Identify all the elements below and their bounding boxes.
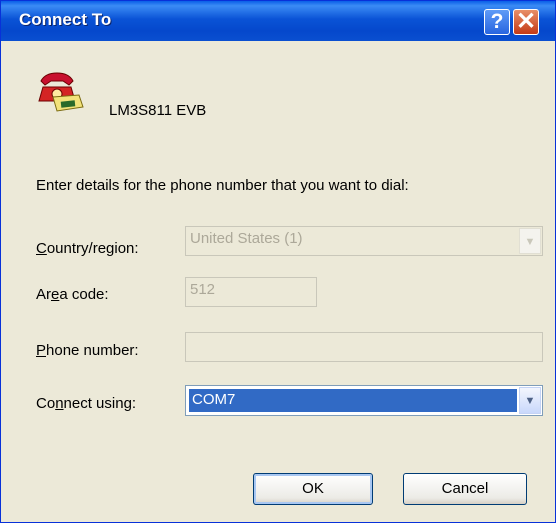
close-icon: ✕: [515, 8, 537, 35]
label-part: nect using:: [63, 395, 137, 412]
ok-button[interactable]: OK: [253, 473, 373, 505]
label-part: Ar: [36, 286, 51, 303]
cancel-button[interactable]: Cancel: [403, 473, 527, 505]
phone-number-label: Phone number:: [36, 342, 139, 359]
accelerator-key: n: [55, 395, 64, 412]
connection-name: LM3S811 EVB: [109, 102, 207, 119]
connect-using-value: COM7: [189, 389, 517, 412]
window-title: Connect To: [19, 10, 112, 29]
label-part: ountry/region:: [46, 240, 139, 257]
help-icon: ?: [490, 10, 504, 33]
accelerator-key: C: [36, 240, 47, 257]
country-value: United States (1): [190, 230, 303, 247]
accelerator-key: P: [36, 342, 47, 359]
country-label: Country/region:: [36, 240, 139, 257]
help-button[interactable]: ?: [484, 9, 510, 35]
label-part: Co: [36, 395, 56, 412]
area-code-label: Area code:: [36, 286, 109, 303]
area-code-value: 512: [190, 281, 216, 298]
area-code-field[interactable]: 512: [185, 277, 317, 307]
phone-number-field[interactable]: [185, 332, 543, 362]
instructions-text: Enter details for the phone number that …: [36, 177, 409, 194]
dialog-body: LM3S811 EVB Enter details for the phone …: [5, 41, 551, 518]
connect-using-label: Connect using:: [36, 395, 136, 412]
telephone-icon: [38, 72, 84, 112]
title-bar[interactable]: Connect To ? ✕: [1, 1, 555, 41]
label-part: hone number:: [46, 342, 139, 359]
chevron-down-icon[interactable]: ▼: [519, 387, 541, 414]
connect-to-dialog: Connect To ? ✕ LM3S811 EVB Enter details…: [0, 0, 556, 523]
label-part: a code:: [59, 286, 109, 303]
connect-using-dropdown[interactable]: COM7 ▼: [185, 385, 543, 416]
country-dropdown[interactable]: United States (1) ▼: [185, 226, 543, 256]
close-button[interactable]: ✕: [513, 9, 539, 35]
chevron-down-icon[interactable]: ▼: [519, 228, 541, 254]
